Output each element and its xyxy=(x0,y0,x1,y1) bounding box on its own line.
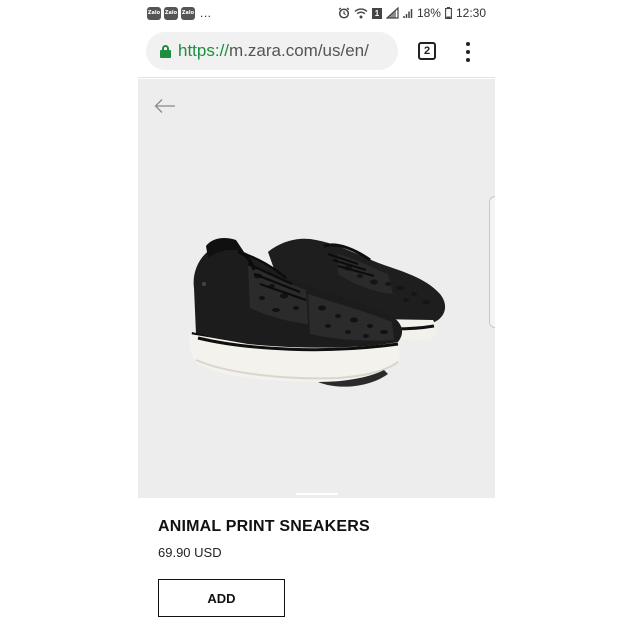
product-price: 69.90 USD xyxy=(158,545,222,560)
back-arrow-icon[interactable] xyxy=(154,98,176,114)
signal-icon xyxy=(385,7,399,19)
zalo-notification-icon: Zalo xyxy=(181,6,195,20)
product-image-gallery[interactable] xyxy=(138,79,495,498)
more-notifications-indicator: ... xyxy=(200,6,212,20)
tabs-button[interactable]: 2 xyxy=(418,42,436,60)
sim-indicator: 1 xyxy=(371,7,382,19)
browser-toolbar: https://m.zara.com/us/en/ 2 xyxy=(138,26,495,78)
overflow-menu-icon[interactable] xyxy=(460,41,476,63)
battery-percent: 18% xyxy=(416,6,441,20)
signal-bars-icon xyxy=(403,9,413,18)
lock-icon xyxy=(160,44,171,58)
system-status: 1 18% 12:30 xyxy=(338,0,486,26)
battery-icon xyxy=(445,7,452,19)
url-host-path: m.zara.com/us/en/ xyxy=(229,41,369,60)
gallery-page-indicator xyxy=(296,493,338,495)
clock: 12:30 xyxy=(455,6,486,20)
address-bar[interactable]: https://m.zara.com/us/en/ xyxy=(146,32,398,70)
product-info: ANIMAL PRINT SNEAKERS 69.90 USD ADD xyxy=(138,498,495,634)
status-bar: Zalo Zalo Zalo ... 1 18% 12:30 xyxy=(138,0,495,26)
notification-icons: Zalo Zalo Zalo ... xyxy=(138,6,212,20)
phone-screen: Zalo Zalo Zalo ... 1 18% 12:30 https://m… xyxy=(138,0,495,634)
zalo-notification-icon: Zalo xyxy=(147,6,161,20)
wifi-icon xyxy=(354,8,368,19)
url-text[interactable]: https://m.zara.com/us/en/ xyxy=(178,41,369,61)
sneakers-image xyxy=(189,238,446,387)
url-scheme: https:// xyxy=(178,41,230,60)
product-title: ANIMAL PRINT SNEAKERS xyxy=(158,518,370,535)
alarm-icon xyxy=(338,7,350,19)
add-to-cart-button[interactable]: ADD xyxy=(158,579,285,617)
gallery-side-handle[interactable] xyxy=(489,196,495,328)
zalo-notification-icon: Zalo xyxy=(164,6,178,20)
